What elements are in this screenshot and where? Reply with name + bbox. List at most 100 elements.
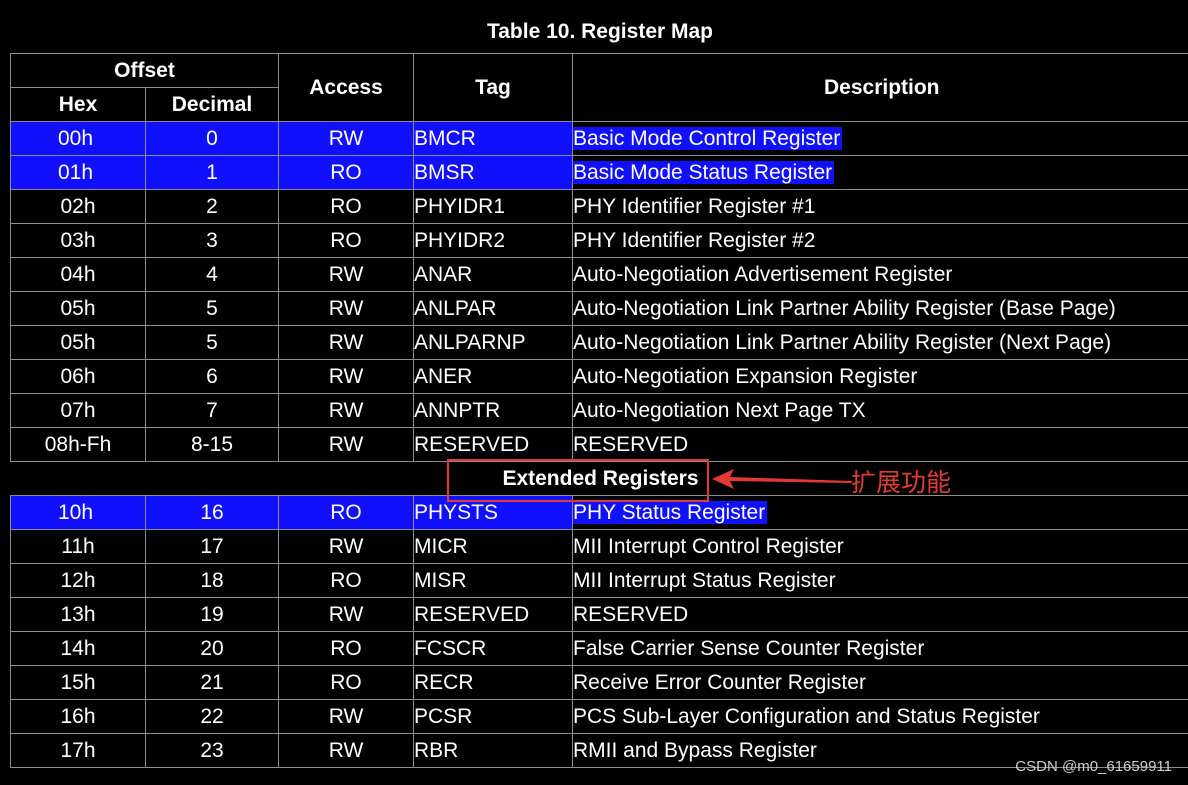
cell-tag: ANLPAR	[413, 291, 573, 326]
cell-hex: 00h	[10, 121, 146, 156]
cell-description: PHY Identifier Register #1	[572, 189, 1188, 224]
cell-tag: ANNPTR	[413, 393, 573, 428]
cell-access: RW	[278, 359, 414, 394]
table-row: 12h 18 RO MISR MII Interrupt Status Register	[10, 563, 1188, 598]
description-text: Auto-Negotiation Link Partner Ability Re…	[573, 331, 1112, 354]
cell-tag: FCSCR	[413, 631, 573, 666]
cell-decimal: 1	[145, 155, 279, 190]
description-text: Auto-Negotiation Next Page TX	[573, 399, 866, 422]
table-row: 13h 19 RW RESERVED RESERVED	[10, 597, 1188, 632]
cell-hex: 13h	[10, 597, 146, 632]
cell-decimal: 20	[145, 631, 279, 666]
cell-hex: 07h	[10, 393, 146, 428]
cell-access: RO	[278, 665, 414, 700]
cell-tag: PCSR	[413, 699, 573, 734]
cell-access: RW	[278, 325, 414, 360]
cell-decimal: 3	[145, 223, 279, 258]
annotation-arrow-icon	[712, 469, 852, 489]
cell-decimal: 5	[145, 325, 279, 360]
annotation-note: 扩展功能	[851, 468, 952, 497]
cell-hex: 10h	[10, 495, 146, 530]
table-row: 05h 5 RW ANLPAR Auto-Negotiation Link Partne…	[10, 291, 1188, 326]
cell-hex: 08h-Fh	[10, 427, 146, 462]
cell-tag: MISR	[413, 563, 573, 598]
description-text: Auto-Negotiation Advertisement Register	[573, 263, 953, 286]
cell-description: Receive Error Counter Register	[572, 665, 1188, 700]
cell-access: RW	[278, 257, 414, 292]
cell-hex: 15h	[10, 665, 146, 700]
description-text: PHY Identifier Register #2	[573, 229, 816, 252]
cell-access: RW	[278, 427, 414, 462]
cell-description: Basic Mode Status Register	[572, 155, 1188, 190]
description-text: Receive Error Counter Register	[573, 671, 866, 694]
cell-access: RO	[278, 631, 414, 666]
cell-decimal: 19	[145, 597, 279, 632]
description-text: MII Interrupt Control Register	[573, 535, 844, 558]
cell-description: PCS Sub-Layer Configuration and Status R…	[572, 699, 1188, 734]
table-row: 06h 6 RW ANER Auto-Negotiation Expansion Reg…	[10, 359, 1188, 394]
description-text: Auto-Negotiation Link Partner Ability Re…	[573, 297, 1116, 320]
cell-description: MII Interrupt Control Register	[572, 529, 1188, 564]
cell-access: RW	[278, 733, 414, 768]
cell-decimal: 5	[145, 291, 279, 326]
cell-tag: RBR	[413, 733, 573, 768]
cell-decimal: 7	[145, 393, 279, 428]
cell-tag: PHYIDR2	[413, 223, 573, 258]
cell-description: Auto-Negotiation Link Partner Ability Re…	[572, 325, 1188, 360]
cell-hex: 02h	[10, 189, 146, 224]
description-text: PCS Sub-Layer Configuration and Status R…	[573, 705, 1040, 728]
table-row: 14h 20 RO FCSCR False Carrier Sense Counter …	[10, 631, 1188, 666]
cell-hex: 11h	[10, 529, 146, 564]
cell-description: Auto-Negotiation Advertisement Register	[572, 257, 1188, 292]
header-access: Access	[278, 53, 414, 122]
cell-hex: 05h	[10, 325, 146, 360]
table-row: 02h 2 RO PHYIDR1 PHY Identifier Register #1	[10, 189, 1188, 224]
table-row: 01h 1 RO BMSR Basic Mode Status Register	[10, 155, 1188, 190]
header-decimal: Decimal	[145, 87, 279, 122]
cell-hex: 04h	[10, 257, 146, 292]
description-text: RMII and Bypass Register	[573, 739, 817, 762]
extended-register-rows: 10h 16 RO PHYSTS PHY Status Register 11h 17 RW M…	[10, 495, 1188, 768]
cell-access: RO	[278, 189, 414, 224]
table-row: 04h 4 RW ANAR Auto-Negotiation Advertisement…	[10, 257, 1188, 292]
cell-description: PHY Identifier Register #2	[572, 223, 1188, 258]
cell-decimal: 0	[145, 121, 279, 156]
cell-tag: MICR	[413, 529, 573, 564]
cell-description: False Carrier Sense Counter Register	[572, 631, 1188, 666]
cell-decimal: 17	[145, 529, 279, 564]
description-text: MII Interrupt Status Register	[573, 569, 836, 592]
cell-access: RW	[278, 699, 414, 734]
cell-description: Basic Mode Control Register	[572, 121, 1188, 156]
cell-decimal: 18	[145, 563, 279, 598]
cell-description: Auto-Negotiation Next Page TX	[572, 393, 1188, 428]
description-text: PHY Status Register	[573, 501, 768, 524]
cell-tag: ANAR	[413, 257, 573, 292]
table-row: 07h 7 RW ANNPTR Auto-Negotiation Next Page T…	[10, 393, 1188, 428]
table-title: Table 10. Register Map	[486, 20, 714, 43]
cell-decimal: 21	[145, 665, 279, 700]
annotation-box	[447, 459, 709, 502]
cell-decimal: 4	[145, 257, 279, 292]
cell-description: MII Interrupt Status Register	[572, 563, 1188, 598]
cell-hex: 01h	[10, 155, 146, 190]
cell-tag: ANER	[413, 359, 573, 394]
cell-tag: RESERVED	[413, 427, 573, 462]
cell-tag: PHYIDR1	[413, 189, 573, 224]
cell-tag: RECR	[413, 665, 573, 700]
table-row: 03h 3 RO PHYIDR2 PHY Identifier Register #2	[10, 223, 1188, 258]
description-text: Auto-Negotiation Expansion Register	[573, 365, 918, 388]
description-text: Basic Mode Control Register	[573, 127, 843, 150]
cell-hex: 14h	[10, 631, 146, 666]
cell-tag: ANLPARNP	[413, 325, 573, 360]
cell-hex: 16h	[10, 699, 146, 734]
description-text: RESERVED	[573, 603, 689, 626]
register-map-table: Offset Access Tag Description Hex Decima…	[10, 53, 1188, 768]
cell-hex: 12h	[10, 563, 146, 598]
table-row: 08h-Fh 8-15 RW RESERVED RESERVED	[10, 427, 1188, 462]
description-text: Basic Mode Status Register	[573, 161, 835, 184]
cell-hex: 17h	[10, 733, 146, 768]
header-offset: Offset	[10, 53, 279, 88]
description-text: PHY Identifier Register #1	[573, 195, 816, 218]
cell-tag: RESERVED	[413, 597, 573, 632]
cell-decimal: 6	[145, 359, 279, 394]
